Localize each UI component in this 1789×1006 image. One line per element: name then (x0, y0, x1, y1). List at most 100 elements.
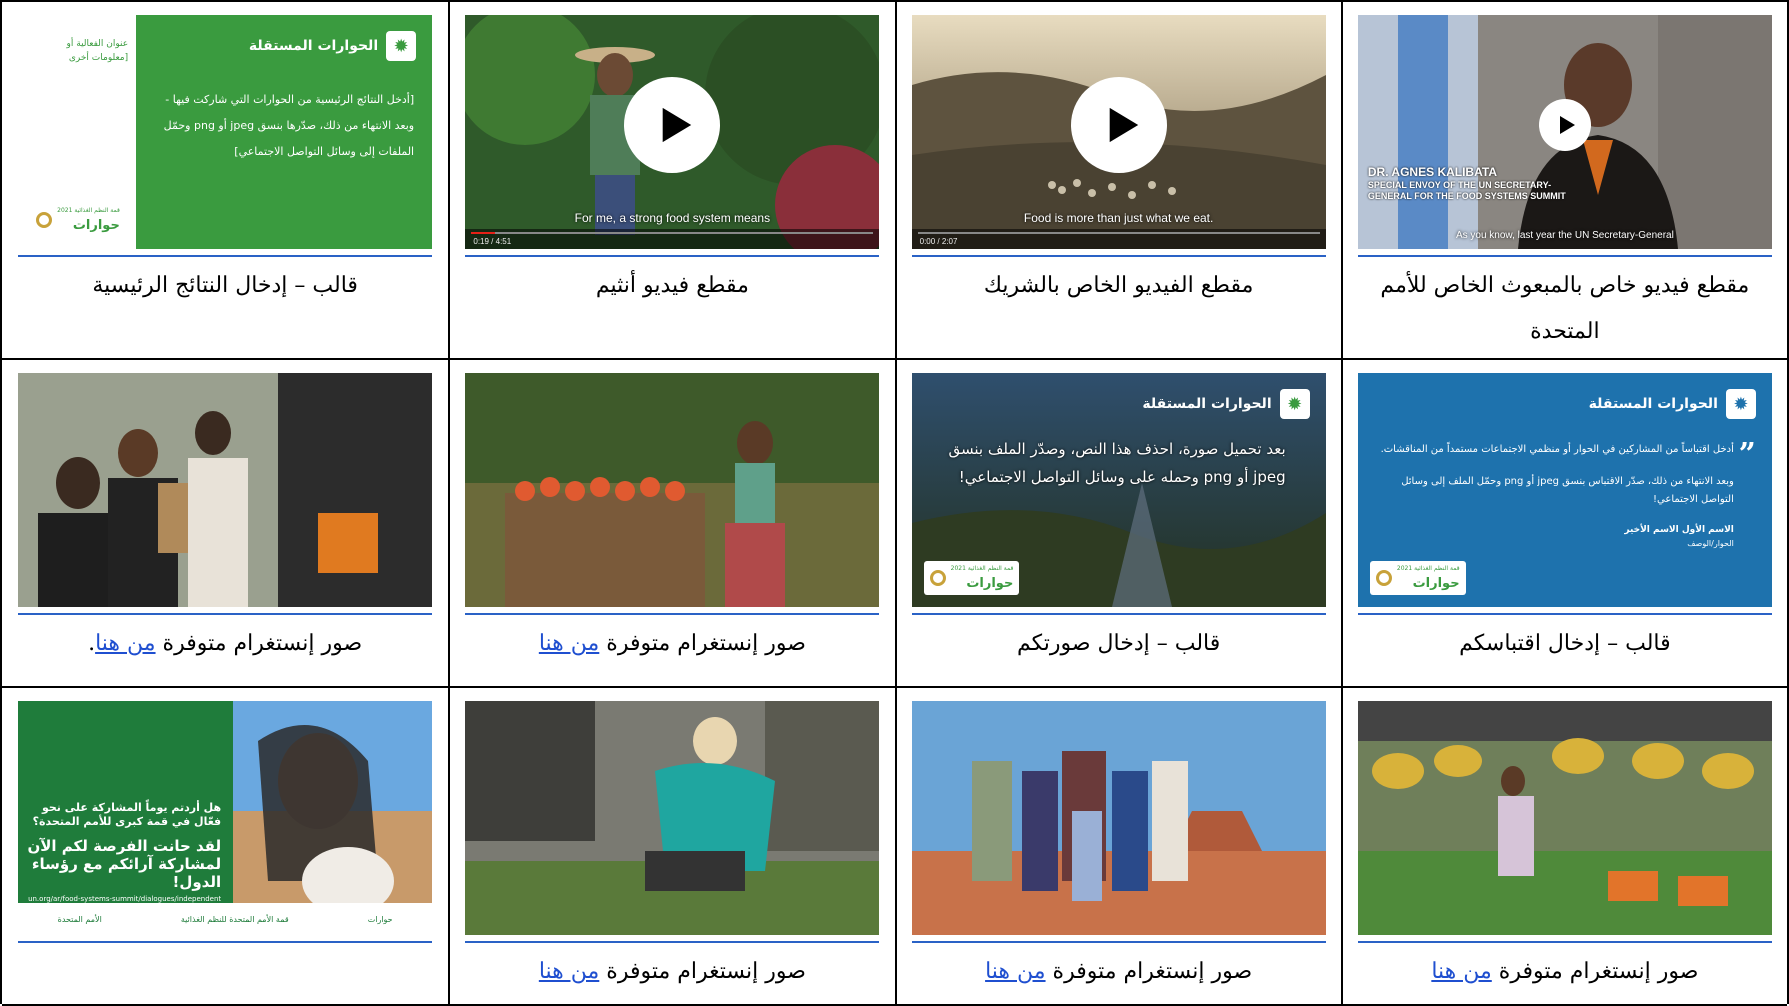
quote-author-role: الحوار/الوصف (1687, 539, 1734, 548)
instagram-photos-link[interactable]: من هنا (95, 631, 155, 656)
video-subtitle: As you know, last year the UN Secretary-… (1455, 230, 1674, 241)
garden-photo (465, 701, 880, 935)
lightbulb-icon: ✹ (386, 31, 417, 61)
template-title: الحوارات المستقلة (1142, 396, 1272, 412)
cell-envoy-video: DR. AGNES KALIBATA SPECIAL ENVOY OF THE … (1340, 2, 1787, 360)
template-body: بعد تحميل صورة، احذف هذا النص، وصدّر الم… (948, 440, 1286, 486)
anthem-video-thumbnail[interactable]: For me, a strong food system means 0:19 … (465, 15, 880, 249)
play-icon (1109, 107, 1138, 143)
divider (465, 941, 880, 943)
logo-text: حوارات (72, 218, 120, 233)
divider (465, 613, 880, 615)
cell-promo-graphic: هل أردتم يوماً المشاركة على نحو فعّال في… (2, 688, 449, 1006)
caption-text: صور إنستغرام متوفرة (606, 959, 806, 984)
video-progress[interactable] (471, 232, 874, 234)
cell-quote-template: ✹ الحوارات المستقلة ” أدخل اقتباساً من ا… (1340, 360, 1787, 688)
instagram-photos-link[interactable]: من هنا (1431, 959, 1491, 984)
summit-seal-icon (929, 570, 946, 586)
summit-logo: قمة الأمم المتحدة للنظم الغذائية (180, 914, 289, 924)
caption: صور إنستغرام متوفرة من هنا (1358, 949, 1772, 995)
play-button[interactable] (624, 76, 721, 173)
template-header: ✹ الحوارات المستقلة (1142, 389, 1310, 419)
divider (1357, 941, 1772, 943)
lightbulb-icon: ✹ (1279, 389, 1310, 419)
envoy-video-thumbnail[interactable]: DR. AGNES KALIBATA SPECIAL ENVOY OF THE … (1357, 15, 1772, 249)
dialogues-logo: قمة النظم الغذائية 2021 حوارات (923, 561, 1020, 595)
divider (911, 941, 1326, 943)
video-controls[interactable]: 0:00 / 2:07 (911, 229, 1326, 249)
cell-anthem-video: For me, a strong food system means 0:19 … (448, 2, 895, 360)
promo-logos: الأمم المتحدة قمة الأمم المتحدة للنظم ال… (18, 903, 433, 935)
cell-key-findings-template: عنوان الفعالية أو [معلومات أخرى ✹ الحوار… (2, 2, 449, 360)
cell-farmer-photo: صور إنستغرام متوفرة من هنا (448, 360, 895, 688)
cell-garden-photo: صور إنستغرام متوفرة من هنا (448, 688, 895, 1006)
caption: صور إنستغرام متوفرة من هنا (465, 949, 879, 995)
dialogues-logo: قمة النظم الغذائية 2021 حوارات (1369, 561, 1466, 595)
envoy-name-overlay: DR. AGNES KALIBATA SPECIAL ENVOY OF THE … (1368, 165, 1566, 202)
dialogues-logo: حوارات (367, 914, 393, 924)
divider (1357, 255, 1772, 257)
instagram-photos-link[interactable]: من هنا (985, 959, 1045, 984)
play-button[interactable] (1538, 98, 1591, 151)
photo-template-thumbnail[interactable]: ✹ الحوارات المستقلة بعد تحميل صورة، احذف… (911, 373, 1326, 607)
caption: قالب – إدخال اقتباسكم (1459, 631, 1671, 656)
quote-mark-icon: ” (1738, 437, 1756, 472)
caption-text: صور إنستغرام متوفرة (162, 631, 363, 656)
caption: صور إنستغرام متوفرة من هنا. (18, 621, 432, 667)
divider (18, 941, 433, 943)
envoy-title-line-1: SPECIAL ENVOY OF THE UN SECRETARY- (1367, 180, 1552, 190)
lightbulb-icon: ✹ (1725, 389, 1756, 419)
cell-donation-photo: صور إنستغرام متوفرة من هنا. (2, 360, 449, 688)
divider (465, 255, 880, 257)
promo-graphic: هل أردتم يوماً المشاركة على نحو فعّال في… (18, 701, 433, 935)
logo-text: حوارات (966, 576, 1014, 591)
quote-template-thumbnail[interactable]: ✹ الحوارات المستقلة ” أدخل اقتباساً من ا… (1357, 373, 1772, 607)
caption: صور إنستغرام متوفرة من هنا (912, 949, 1326, 995)
quote-author-name: الاسم الأول الاسم الأخير (1624, 525, 1734, 535)
template-body: أدخل اقتباساً من المشاركين في الحوار أو … (1378, 441, 1734, 551)
envoy-name: DR. AGNES KALIBATA (1367, 165, 1497, 179)
play-button[interactable] (1070, 76, 1167, 173)
template-header: ✹ الحوارات المستقلة (248, 31, 417, 61)
partner-video-thumbnail[interactable]: Food is more than just what we eat. 0:00… (911, 15, 1326, 249)
video-progress[interactable] (917, 232, 1320, 234)
video-subtitle: For me, a strong food system means (574, 211, 771, 225)
divider (911, 255, 1326, 257)
family-photo (911, 701, 1326, 935)
donation-photo (18, 373, 433, 607)
envoy-title-line-2: GENERAL FOR THE FOOD SYSTEMS SUMMIT (1367, 191, 1566, 201)
divider (1357, 613, 1772, 615)
market-photo (1357, 701, 1772, 935)
summit-seal-icon (1375, 570, 1392, 586)
divider (18, 255, 433, 257)
template-title: الحوارات المستقلة (248, 38, 379, 54)
play-icon (663, 107, 692, 143)
promo-text-panel: هل أردتم يوماً المشاركة على نحو فعّال في… (18, 701, 234, 935)
caption-text: صور إنستغرام متوفرة (1498, 959, 1699, 984)
logo-subtitle: قمة النظم الغذائية 2021 (57, 207, 120, 214)
instagram-photos-link[interactable]: من هنا (539, 959, 599, 984)
video-subtitle: Food is more than just what we eat. (1023, 211, 1214, 225)
caption-text: صور إنستغرام متوفرة (606, 631, 806, 656)
logo-text: حوارات (1412, 576, 1460, 591)
caption: قالب – إدخال النتائج الرئيسية (92, 273, 358, 298)
promo-headline: لقد حانت الفرصة لكم الآن لمشاركة آرائكم … (27, 837, 222, 891)
summit-seal-icon (36, 212, 53, 228)
caption: مقطع فيديو خاص بالمبعوث الخاص للأمم المت… (1380, 273, 1750, 344)
play-icon (1559, 115, 1575, 134)
promo-url: un.org/ar/food-systems-summit/dialogues/… (28, 895, 222, 903)
template-header: ✹ الحوارات المستقلة (1589, 389, 1756, 419)
caption: قالب – إدخال صورتكم (1016, 631, 1221, 656)
caption-text: صور إنستغرام متوفرة (1052, 959, 1253, 984)
key-findings-template-thumbnail[interactable]: عنوان الفعالية أو [معلومات أخرى ✹ الحوار… (18, 15, 433, 249)
caption: مقطع الفيديو الخاص بالشريك (983, 273, 1254, 298)
cell-photo-template: ✹ الحوارات المستقلة بعد تحميل صورة، احذف… (894, 360, 1341, 688)
quote-paragraph-1: أدخل اقتباساً من المشاركين في الحوار أو … (1380, 444, 1734, 455)
divider (911, 613, 1326, 615)
logo-subtitle: قمة النظم الغذائية 2021 (1396, 565, 1460, 572)
template-body: [أدخل النتائج الرئيسية من الحوارات التي … (163, 93, 415, 158)
template-title: الحوارات المستقلة (1588, 396, 1718, 412)
logo-subtitle: قمة النظم الغذائية 2021 (950, 565, 1014, 572)
instagram-photos-link[interactable]: من هنا (539, 631, 599, 656)
video-controls[interactable]: 0:19 / 4:51 (465, 229, 880, 249)
